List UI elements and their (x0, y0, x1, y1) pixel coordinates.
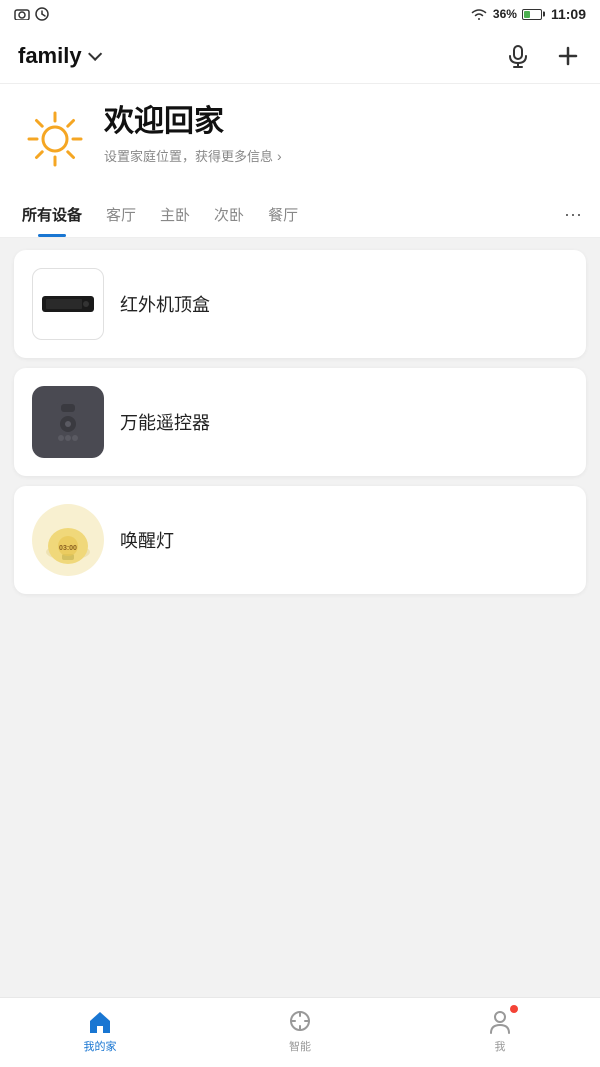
device-image-lamp: 03:00 (32, 504, 104, 576)
bottom-nav-home-label: 我的家 (84, 1038, 117, 1054)
device-card-lamp[interactable]: 03:00 唤醒灯 (14, 486, 586, 594)
bottom-nav-smart-label: 智能 (289, 1038, 311, 1054)
battery-percent: 36% (493, 7, 517, 21)
status-time: 11:09 (551, 6, 586, 22)
svg-text:03:00: 03:00 (59, 545, 77, 552)
status-bar: 36% 11:09 (0, 0, 600, 28)
tab-all-devices[interactable]: 所有设备 (10, 190, 94, 237)
device-image-remote (32, 386, 104, 458)
welcome-text: 欢迎回家 设置家庭位置，获得更多信息 › (104, 104, 282, 165)
notification-dot (510, 1005, 518, 1013)
bottom-nav-me-label: 我 (495, 1038, 506, 1054)
chevron-down-icon (88, 46, 102, 60)
me-icon-wrap (486, 1007, 514, 1035)
lamp-svg: 03:00 (38, 510, 98, 570)
tab-master-bedroom[interactable]: 主卧 (148, 190, 202, 237)
bottom-nav-me[interactable]: 我 (400, 1007, 600, 1058)
battery-icon (522, 9, 542, 20)
photo-icon (14, 8, 30, 20)
smart-icon (286, 1007, 314, 1035)
bottom-nav-smart[interactable]: 智能 (200, 1007, 400, 1058)
add-icon (554, 42, 582, 70)
device-card-remote[interactable]: 万能遥控器 (14, 368, 586, 476)
bottom-nav: 我的家 智能 我 (0, 997, 600, 1067)
device-image-stb (32, 268, 104, 340)
device-list: 红外机顶盒 万能遥控器 (0, 250, 600, 594)
smart-icon-wrap (286, 1007, 314, 1035)
welcome-arrow: › (277, 148, 282, 164)
device-name-lamp: 唤醒灯 (120, 527, 174, 553)
stb-svg (38, 284, 98, 324)
top-nav: family (0, 28, 600, 84)
bottom-nav-home[interactable]: 我的家 (0, 1007, 200, 1058)
tab-dining-room[interactable]: 餐厅 (256, 190, 310, 237)
tab-living-room[interactable]: 客厅 (94, 190, 148, 237)
mic-button[interactable] (504, 42, 532, 70)
tabs-section: 所有设备 客厅 主卧 次卧 餐厅 ··· (0, 190, 600, 238)
clock-icon (35, 7, 49, 21)
home-icon-wrap (86, 1007, 114, 1035)
device-card-stb[interactable]: 红外机顶盒 (14, 250, 586, 358)
wifi-icon (470, 7, 488, 21)
sun-icon (23, 107, 87, 171)
welcome-subtitle[interactable]: 设置家庭位置，获得更多信息 › (104, 146, 282, 165)
status-icons-left (14, 7, 49, 21)
welcome-section: 欢迎回家 设置家庭位置，获得更多信息 › (0, 84, 600, 190)
sun-icon-wrap (20, 104, 90, 174)
family-label: family (18, 43, 82, 69)
add-button[interactable] (554, 42, 582, 70)
remote-svg (47, 394, 89, 450)
tab-more-button[interactable]: ··· (556, 190, 590, 237)
device-name-stb: 红外机顶盒 (120, 291, 210, 317)
nav-icons (504, 42, 582, 70)
device-name-remote: 万能遥控器 (120, 409, 210, 435)
mic-icon (504, 42, 532, 70)
home-icon (86, 1007, 114, 1035)
tab-second-bedroom[interactable]: 次卧 (202, 190, 256, 237)
status-icons-right: 36% 11:09 (470, 6, 586, 22)
family-title[interactable]: family (18, 43, 98, 69)
welcome-title: 欢迎回家 (104, 104, 282, 140)
